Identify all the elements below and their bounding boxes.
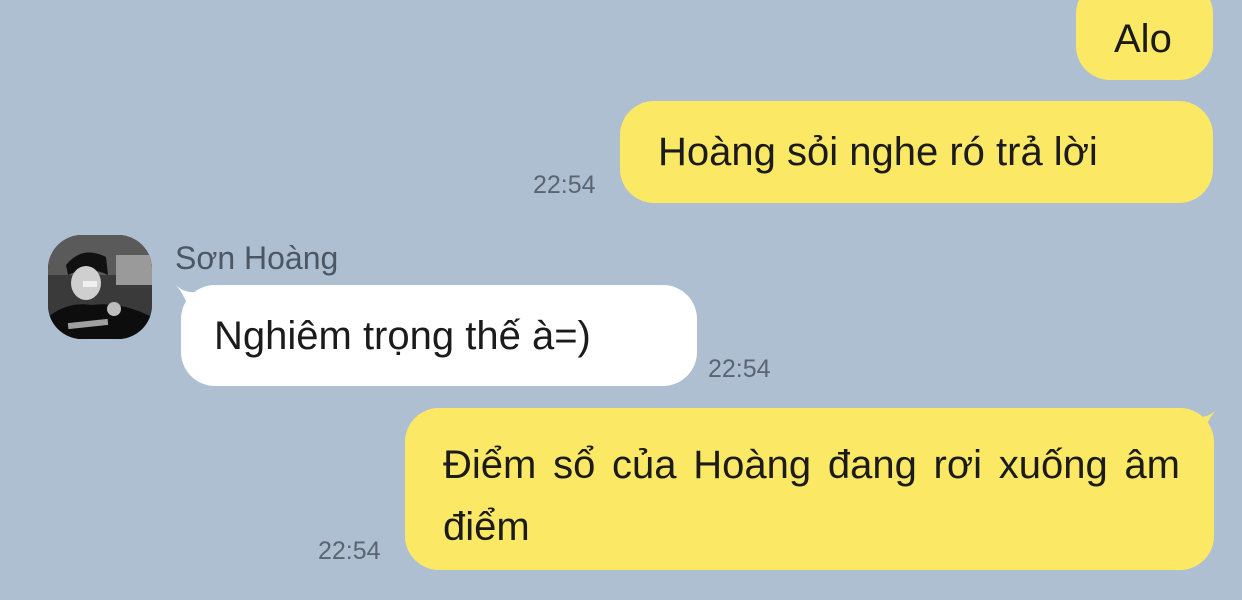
message-text: Alo	[1114, 17, 1172, 61]
incoming-message-bubble[interactable]: Nghiêm trọng thế à=)	[181, 285, 697, 386]
message-timestamp: 22:54	[533, 171, 596, 199]
message-text: Điểm sổ của Hoàng đang rơi xuống âm điểm	[443, 443, 1180, 549]
outgoing-message-bubble[interactable]: Alo	[1076, 0, 1213, 80]
outgoing-message-bubble[interactable]: Hoàng sỏi nghe ró trả lời	[620, 101, 1213, 203]
contact-avatar[interactable]	[48, 235, 152, 339]
outgoing-message-bubble[interactable]: Điểm sổ của Hoàng đang rơi xuống âm điểm	[405, 408, 1214, 570]
sender-name: Sơn Hoàng	[175, 240, 339, 276]
avatar-photo-icon	[48, 235, 152, 339]
message-timestamp: 22:54	[318, 537, 381, 565]
message-timestamp: 22:54	[708, 355, 771, 383]
message-text: Hoàng sỏi nghe ró trả lời	[658, 130, 1098, 174]
chat-thread: Alo Hoàng sỏi nghe ró trả lời 22:54 Sơn …	[0, 0, 1242, 600]
message-text: Nghiêm trọng thế à=)	[214, 314, 591, 358]
